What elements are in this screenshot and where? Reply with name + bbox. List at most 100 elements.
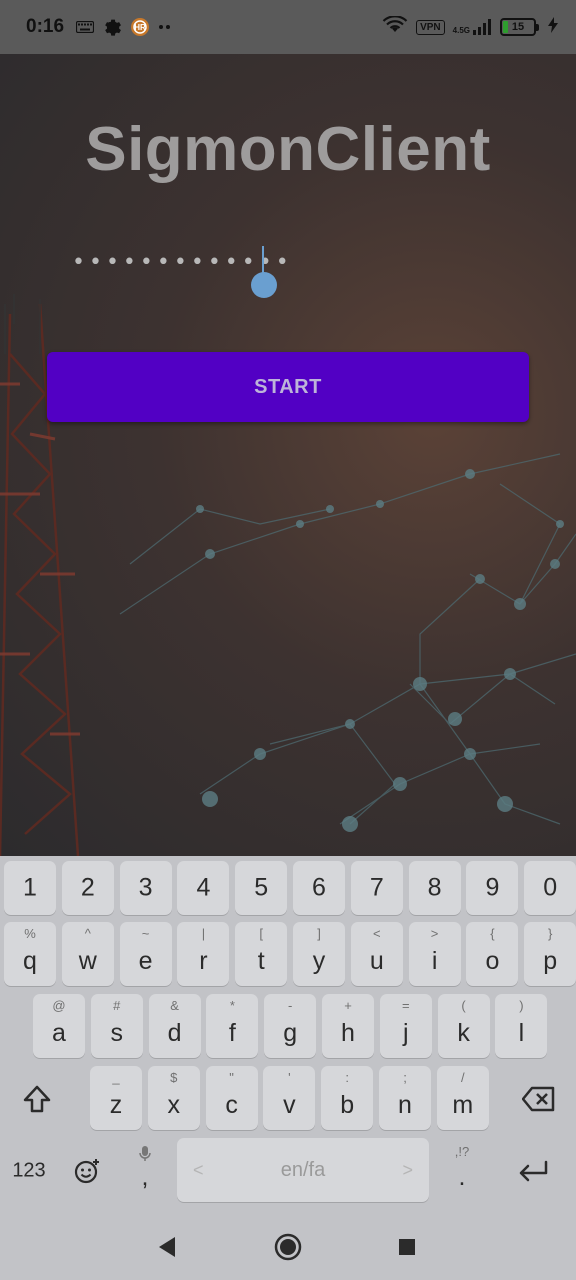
key-hint: -: [288, 998, 293, 1013]
wifi-icon: [382, 15, 408, 38]
key-t[interactable]: [t: [235, 922, 288, 986]
key-h[interactable]: + h: [322, 994, 374, 1058]
key-label: v: [283, 1091, 296, 1119]
svg-text:HR: HR: [134, 23, 146, 32]
back-triangle-icon: [159, 1237, 175, 1257]
password-input[interactable]: •••••••••••••: [72, 244, 492, 298]
key-label: l: [518, 1019, 525, 1047]
key-label: p: [543, 947, 558, 975]
key-p[interactable]: } p: [524, 922, 576, 986]
soft-keyboard: 1 2 3 4 5 6 7 8 9 0% q ^ w ~ e | r[t] y < u > i{o} p @ a # s & d * f - g…: [0, 856, 576, 1212]
key-hint: :: [345, 1070, 349, 1085]
key-q[interactable]: % q: [4, 922, 56, 986]
status-time: 0:16: [26, 16, 65, 37]
key-u[interactable]: < u: [350, 922, 403, 986]
key-j[interactable]: = j: [379, 994, 432, 1058]
recents-button[interactable]: [392, 1232, 422, 1262]
key-k[interactable]: (k: [437, 994, 490, 1058]
key-m[interactable]: / m: [436, 1066, 489, 1130]
battery-icon: 15: [500, 18, 539, 36]
key-label: o: [485, 947, 500, 975]
key-c[interactable]: " c: [205, 1066, 258, 1130]
key-label: c: [225, 1091, 238, 1119]
key-label: x: [167, 1091, 181, 1119]
key-l[interactable]: ) l: [495, 994, 548, 1058]
backspace-icon: [522, 1086, 555, 1112]
enter-key[interactable]: [500, 1140, 566, 1202]
key-4[interactable]: 4: [177, 861, 230, 915]
comma-key[interactable]: ,: [118, 1140, 172, 1202]
comma-key-label: ,: [141, 1163, 149, 1191]
home-circle-icon: [274, 1233, 302, 1261]
emoji-key[interactable]: [60, 1140, 114, 1202]
status-bar: 0:16 HR VPN 4.5G 15: [0, 0, 576, 54]
cursor-handle[interactable]: [251, 272, 277, 298]
symbols-key[interactable]: 123: [4, 1140, 54, 1202]
space-key[interactable]: < en/fa >: [177, 1138, 429, 1202]
period-key-hint: ,!?: [454, 1144, 470, 1159]
key-b[interactable]: :b: [321, 1066, 374, 1130]
key-hint: [: [259, 926, 263, 941]
key-label: w: [78, 947, 97, 975]
key-i[interactable]: > i: [408, 922, 461, 986]
recents-square-icon: [399, 1239, 415, 1255]
key-v[interactable]: ' v: [263, 1066, 316, 1130]
key-g[interactable]: -g: [264, 994, 317, 1058]
key-label: i: [431, 947, 438, 975]
key-hint: ": [229, 1070, 234, 1085]
key-label: 0: [543, 873, 558, 902]
home-button[interactable]: [273, 1232, 303, 1262]
key-label: k: [457, 1019, 470, 1047]
keyboard-icon: [76, 21, 95, 33]
key-n[interactable]: ; n: [379, 1066, 431, 1130]
key-label: 7: [369, 873, 384, 902]
key-label: f: [228, 1019, 236, 1047]
vpn-badge: VPN: [416, 19, 445, 35]
key-r[interactable]: | r: [177, 922, 230, 986]
key-x[interactable]: $ x: [147, 1066, 200, 1130]
key-6[interactable]: 6: [293, 861, 345, 915]
key-a[interactable]: @ a: [33, 994, 85, 1058]
key-7[interactable]: 7: [350, 861, 403, 915]
key-hint: =: [402, 998, 410, 1013]
key-e[interactable]: ~ e: [119, 922, 172, 986]
key-y[interactable]: ] y: [293, 922, 345, 986]
space-key-label: en/fa: [280, 1158, 326, 1181]
key-hint: (: [461, 998, 466, 1013]
more-dots-icon: [158, 24, 172, 30]
app-title: SigmonClient: [85, 115, 491, 184]
key-1[interactable]: 1: [4, 861, 56, 915]
key-f[interactable]: * f: [206, 994, 259, 1058]
key-hint: /: [460, 1070, 465, 1085]
key-label: q: [23, 947, 37, 975]
key-8[interactable]: 8: [408, 861, 461, 915]
start-button[interactable]: START: [47, 352, 529, 422]
period-key[interactable]: ,!? .: [435, 1140, 489, 1202]
symbols-key-label: 123: [12, 1159, 46, 1182]
key-0[interactable]: 0: [524, 861, 576, 915]
key-o[interactable]: {o: [466, 922, 519, 986]
back-button[interactable]: [152, 1232, 182, 1262]
key-hint: ;: [403, 1070, 407, 1085]
key-d[interactable]: & d: [148, 994, 201, 1058]
key-s[interactable]: # s: [90, 994, 143, 1058]
key-z[interactable]: _ z: [90, 1066, 142, 1130]
key-hint: _: [112, 1070, 120, 1085]
key-hint: %: [24, 926, 36, 941]
key-label: b: [340, 1091, 355, 1119]
key-hint: $: [170, 1070, 178, 1085]
key-9[interactable]: 9: [466, 861, 519, 915]
app-notification-icon: HR: [130, 17, 150, 37]
period-key-label: .: [458, 1163, 466, 1191]
gear-icon: [102, 17, 122, 37]
key-hint: ^: [84, 926, 91, 941]
key-w[interactable]: ^ w: [61, 922, 114, 986]
shift-key[interactable]: [6, 1068, 68, 1130]
key-5[interactable]: 5: [235, 861, 288, 915]
key-label: h: [341, 1019, 355, 1047]
emoji-icon: [74, 1159, 99, 1184]
key-2[interactable]: 2: [61, 861, 114, 915]
key-3[interactable]: 3: [119, 861, 172, 915]
key-label: d: [167, 1019, 182, 1047]
backspace-key[interactable]: [508, 1068, 570, 1130]
